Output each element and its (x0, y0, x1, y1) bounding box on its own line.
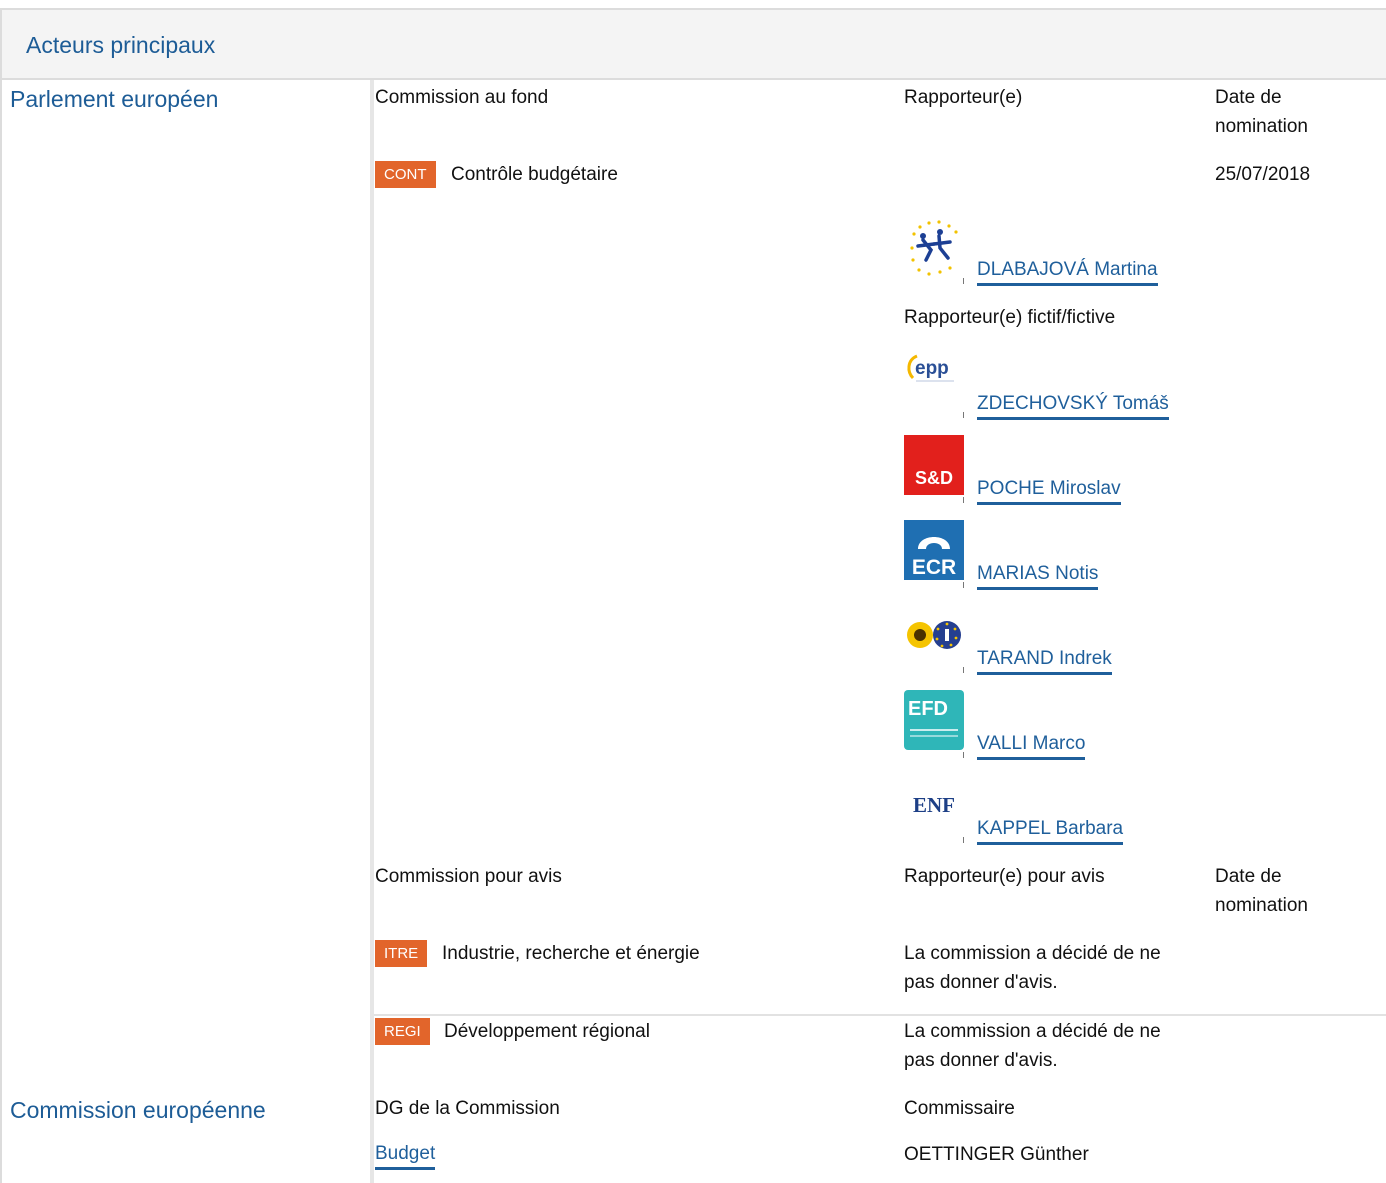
opinion-status: La commission a décidé de ne pas donner … (904, 943, 1161, 993)
dg-budget-link[interactable]: Budget (375, 1142, 436, 1170)
logo-separator (963, 497, 964, 503)
enf-logo-icon: ENF (913, 793, 955, 817)
actor-commission: Commission européenne (10, 1097, 266, 1123)
main-actors-panel (0, 8, 1386, 1183)
lead-committee-header: Commission au fond (375, 87, 549, 108)
committee-badge-regi: REGI (375, 1018, 430, 1045)
opinion-status: La commission a décidé de ne pas donner … (904, 1021, 1161, 1071)
committee-badge-itre: ITRE (375, 940, 428, 967)
opinion-committee-name: Développement régional (444, 1021, 650, 1042)
commissioner-name: OETTINGER Günther (904, 1144, 1089, 1165)
epp-logo-icon: epp (907, 354, 954, 382)
sd-logo-icon: S&D (904, 435, 964, 495)
row-divider (374, 1014, 1386, 1016)
opinion-date-header: Date de nomination (1215, 866, 1308, 916)
logo-separator (963, 837, 964, 843)
renew-europe-logo-icon (910, 220, 958, 276)
svg-text:ENF: ENF (913, 793, 955, 817)
shadow-rapporteur-header: Rapporteur(e) fictif/fictive (904, 307, 1116, 328)
committee-badge-cont: CONT (375, 161, 436, 188)
logo-separator (963, 582, 964, 588)
logo-separator (963, 278, 964, 284)
opinion-rapporteur-header: Rapporteur(e) pour avis (904, 866, 1105, 887)
svg-text:ECR: ECR (912, 556, 956, 579)
shadow-rapporteur-link[interactable]: POCHE Miroslav (977, 477, 1121, 505)
greens-efa-logo-icon (907, 621, 961, 649)
efdd-logo-icon: EFD (904, 690, 964, 750)
svg-text:EFD: EFD (908, 698, 948, 720)
shadow-rapporteur-link[interactable]: ZDECHOVSKÝ Tomáš (977, 392, 1169, 420)
opinion-committee-name: Industrie, recherche et énergie (442, 943, 700, 964)
logo-separator (963, 412, 964, 418)
committee-name: Contrôle budgétaire (451, 164, 618, 185)
dg-header: DG de la Commission (375, 1098, 560, 1119)
shadow-rapporteur-link[interactable]: MARIAS Notis (977, 562, 1099, 590)
column-divider (370, 80, 374, 1183)
shadow-rapporteur-link[interactable]: KAPPEL Barbara (977, 817, 1124, 845)
appointment-date: 25/07/2018 (1215, 164, 1311, 185)
section-title: Acteurs principaux (26, 32, 216, 58)
svg-text:S&D: S&D (915, 468, 953, 488)
opinion-committee-header: Commission pour avis (375, 866, 562, 887)
rapporteur-link[interactable]: DLABAJOVÁ Martina (977, 258, 1158, 286)
ecr-logo-icon: ECR (904, 520, 964, 580)
svg-text:epp: epp (915, 358, 949, 379)
appointment-date-header: Date de nomination (1215, 87, 1308, 137)
logo-separator (963, 667, 964, 673)
actor-parliament: Parlement européen (10, 86, 219, 112)
shadow-rapporteur-link[interactable]: TARAND Indrek (977, 647, 1112, 675)
shadow-rapporteur-link[interactable]: VALLI Marco (977, 732, 1086, 760)
logo-separator (963, 752, 964, 758)
commissioner-header: Commissaire (904, 1098, 1015, 1119)
rapporteur-header: Rapporteur(e) (904, 87, 1023, 108)
